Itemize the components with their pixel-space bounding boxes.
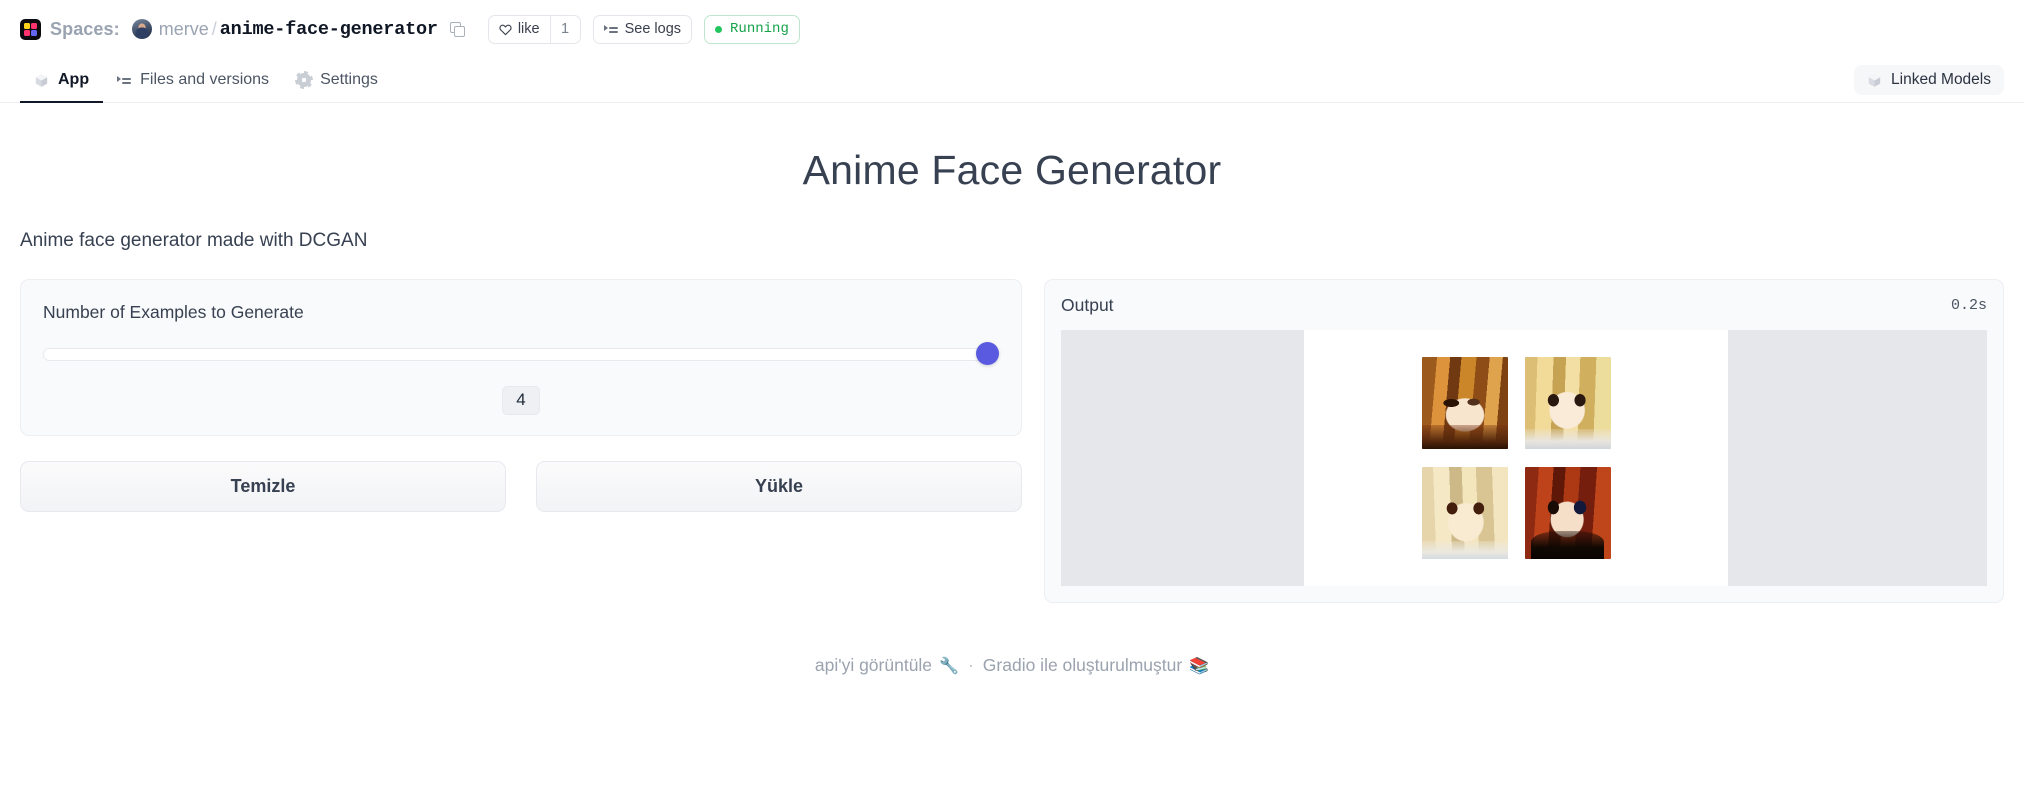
tab-app-label: App [58, 71, 90, 88]
gallery-thumbnail[interactable] [1524, 357, 1611, 449]
cube-icon [1867, 73, 1882, 88]
footer-separator: · [967, 655, 974, 675]
tab-settings-label: Settings [320, 71, 378, 88]
view-api-label: api'yi görüntüle [814, 655, 933, 675]
linked-models-button[interactable]: Linked Models [1854, 65, 2004, 95]
slider-panel: Number of Examples to Generate 4 [20, 279, 1022, 436]
tab-files-label: Files and versions [140, 71, 270, 88]
gallery-image-area[interactable] [1304, 330, 1728, 586]
page-title: Anime Face Generator [802, 147, 1222, 193]
slider-track[interactable] [43, 348, 999, 361]
clear-button[interactable]: Temizle [20, 461, 506, 512]
tab-app[interactable]: App [20, 58, 104, 103]
gradio-footer: api'yi görüntüle 🔧 · Gradio ile oluşturu… [20, 655, 2004, 676]
tab-settings[interactable]: Settings [283, 58, 392, 102]
path-separator: / [211, 18, 217, 39]
built-with-gradio-link[interactable]: Gradio ile oluşturulmuştur 📚 [983, 655, 1209, 676]
gallery-thumbnail[interactable] [1421, 467, 1508, 559]
see-logs-label: See logs [624, 21, 682, 37]
see-logs-button[interactable]: See logs [592, 14, 693, 44]
page-description: Anime face generator made with DCGAN [20, 230, 368, 251]
like-label: like [517, 21, 540, 37]
linked-models-label: Linked Models [1891, 71, 1991, 88]
slider-thumb[interactable] [976, 342, 999, 365]
space-nav-tabs: App Files and versions Settings Linked M… [0, 58, 2024, 103]
app-columns: Number of Examples to Generate 4 Temizle… [20, 279, 2004, 603]
output-column: Output 0.2s [1044, 279, 2004, 603]
built-with-label: Gradio ile oluşturulmuştur [982, 655, 1183, 675]
copy-icon[interactable] [449, 22, 465, 37]
output-duration: 0.2s [1950, 297, 1987, 314]
gallery-placeholder-right [1728, 330, 1987, 586]
tab-files-and-versions[interactable]: Files and versions [103, 58, 283, 102]
like-button-label-group[interactable]: like [489, 16, 550, 43]
like-button[interactable]: like 1 [487, 14, 581, 44]
status-label: Running [730, 21, 789, 37]
files-icon [117, 74, 132, 86]
see-logs-inner[interactable]: See logs [594, 16, 691, 43]
gear-icon [297, 73, 312, 87]
submit-button[interactable]: Yükle [536, 461, 1022, 512]
owner-name[interactable]: merve [159, 19, 209, 40]
button-row: Temizle Yükle [20, 461, 1022, 512]
slider[interactable] [43, 342, 999, 365]
thumbnail-grid [1421, 357, 1611, 559]
nav-right-group: Linked Models [1854, 58, 2004, 102]
huggingface-spaces-icon [20, 18, 41, 40]
wrench-icon: 🔧 [939, 657, 959, 675]
gallery-thumbnail[interactable] [1421, 357, 1508, 449]
like-count: 1 [549, 15, 580, 43]
output-label: Output [1061, 295, 1114, 315]
slider-label: Number of Examples to Generate [43, 302, 304, 322]
gallery-thumbnail[interactable] [1524, 467, 1611, 559]
heart-icon [499, 23, 512, 36]
output-gallery[interactable] [1061, 330, 1987, 586]
gallery-placeholder-left [1061, 330, 1304, 586]
space-name[interactable]: anime-face-generator [220, 19, 438, 40]
cube-icon [34, 73, 49, 88]
owner-avatar[interactable] [131, 19, 152, 39]
view-api-link[interactable]: api'yi görüntüle 🔧 [815, 655, 959, 676]
input-column: Number of Examples to Generate 4 Temizle… [20, 279, 1022, 512]
gradio-app: Anime Face Generator Anime face generato… [0, 147, 2024, 676]
status-dot-icon [715, 25, 723, 33]
spaces-label: Spaces: [50, 18, 120, 39]
logs-icon [603, 23, 618, 35]
site-header: Spaces: merve / anime-face-generator lik… [0, 0, 2024, 58]
slider-value-input[interactable]: 4 [502, 386, 540, 415]
gradio-logo-icon: 📚 [1189, 657, 1210, 675]
status-inner: Running [705, 16, 799, 43]
output-header: Output 0.2s [1061, 295, 1987, 316]
status-badge[interactable]: Running [704, 14, 800, 44]
output-panel: Output 0.2s [1044, 279, 2004, 603]
